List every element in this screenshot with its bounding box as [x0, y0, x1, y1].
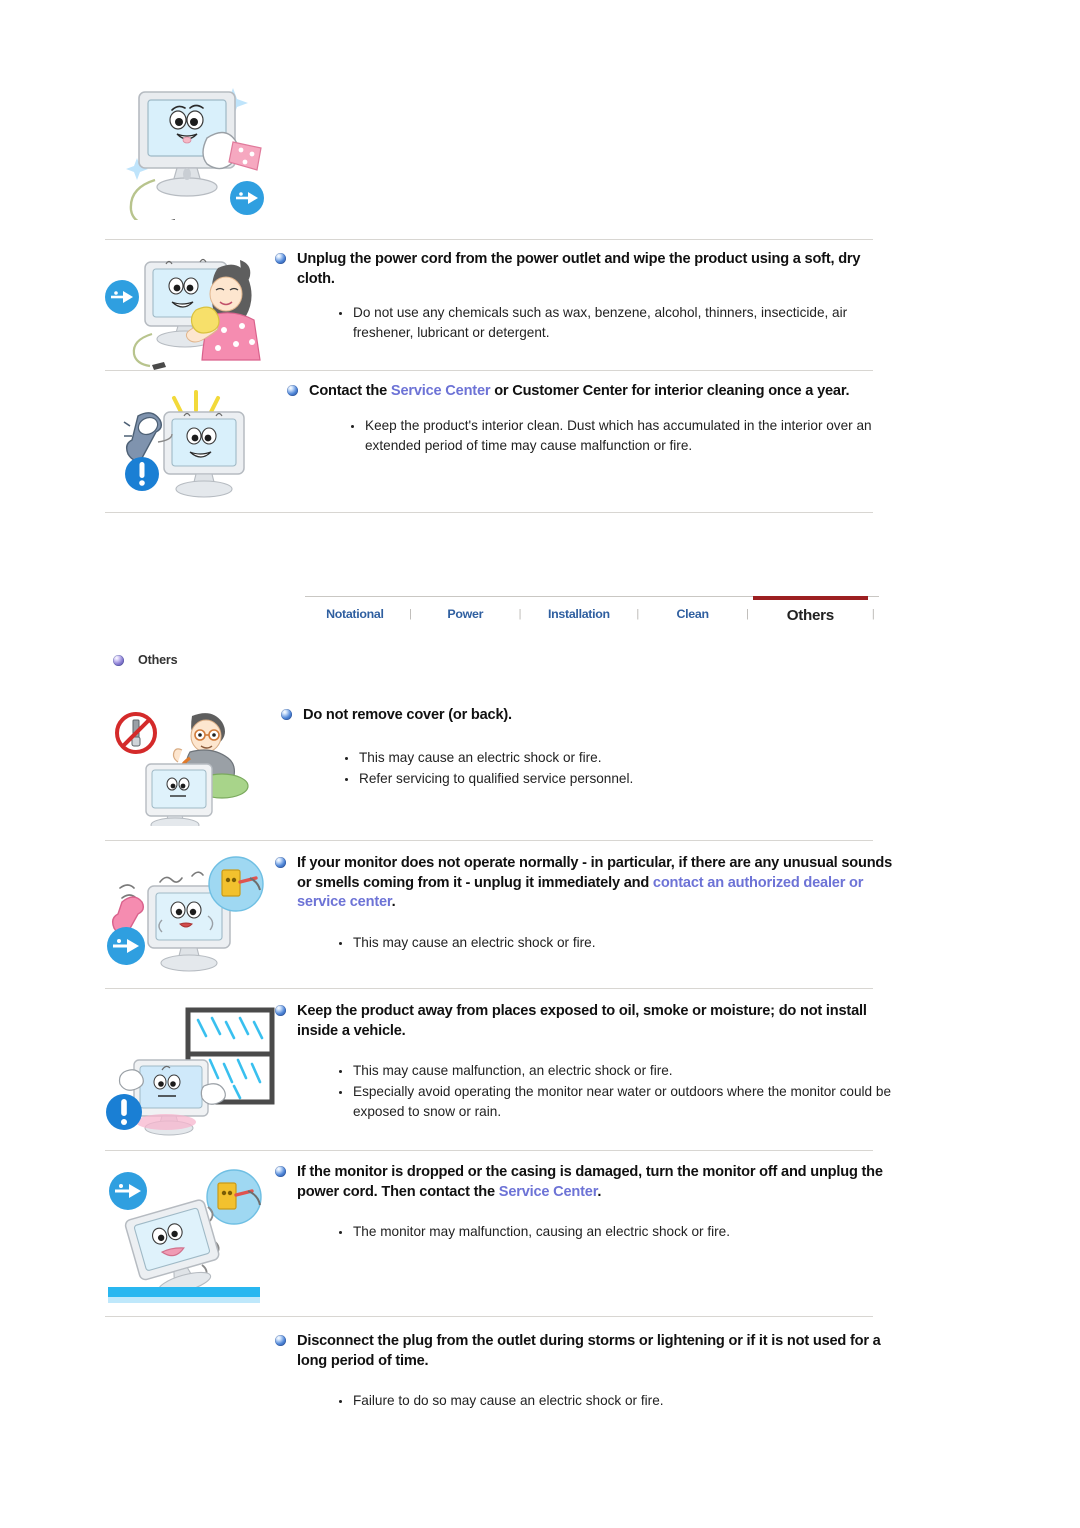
- tab-label: Installation: [548, 607, 610, 621]
- section-avoid-oil-smoke-moisture: Keep the product away from places expose…: [0, 1002, 1080, 1143]
- blue-sphere-bullet-icon: [281, 709, 292, 720]
- divider-5: [105, 988, 873, 989]
- illustration-monitor-wiped-with-cloth: [115, 70, 290, 233]
- divider-7: [105, 1316, 873, 1317]
- monitor-wiped-with-cloth-svg: [126, 88, 264, 233]
- heading-text-part-3: .: [597, 1183, 602, 1200]
- tab-separator: |: [409, 608, 412, 620]
- tab-bar: Notational | Power | Installation | Clea…: [305, 596, 879, 631]
- section-disconnect-during-storms: Disconnect the plug from the outlet duri…: [0, 1332, 1080, 1412]
- tab-label: Power: [447, 607, 484, 621]
- illustration-monitor-near-rainy-window: [100, 1002, 275, 1143]
- blue-sphere-bullet-icon: [275, 857, 286, 868]
- bullet-list-dropped-or-damaged: The monitor may malfunction, causing an …: [275, 1222, 1052, 1242]
- section-abnormal-operation: If your monitor does not operate normall…: [0, 854, 1080, 981]
- divider-3: [105, 512, 873, 513]
- service-center-link[interactable]: Service Center: [391, 383, 491, 399]
- tab-separator: |: [871, 608, 875, 620]
- illustration-monitor-dropped: [100, 1163, 275, 1310]
- list-item: Failure to do so may cause an electric s…: [337, 1391, 1052, 1411]
- heading-unplug-and-wipe: Unplug the power cord from the power out…: [275, 250, 895, 289]
- bullet-list-unplug-and-wipe: Do not use any chemicals such as wax, be…: [275, 303, 1052, 343]
- illustration-woman-wiping-monitor: [100, 250, 275, 380]
- heading-dropped-or-damaged: If the monitor is dropped or the casing …: [275, 1163, 895, 1202]
- section-dropped-or-damaged: If the monitor is dropped or the casing …: [0, 1163, 1080, 1310]
- list-item: Keep the product's interior clean. Dust …: [349, 416, 910, 456]
- heading-contact-service-center: Contact the Service Center or Customer C…: [287, 382, 907, 402]
- section-clean-top-image: [0, 70, 1080, 233]
- heading-text: Keep the product away from places expose…: [297, 1003, 867, 1039]
- purple-sphere-bullet-icon: [113, 654, 124, 666]
- section-do-not-remove-cover: Do not remove cover (or back). This may …: [0, 706, 1080, 833]
- list-item: This may cause an electric shock or fire…: [343, 748, 1052, 768]
- monitor-rainy-window-svg: [106, 1007, 275, 1136]
- avoid-oil-smoke-moisture-text: Keep the product away from places expose…: [275, 1002, 1080, 1123]
- section-label-text: Others: [138, 653, 178, 667]
- heading-do-not-remove-cover: Do not remove cover (or back).: [281, 706, 901, 726]
- divider-2: [105, 370, 873, 371]
- list-item: Do not use any chemicals such as wax, be…: [337, 303, 873, 343]
- list-item: This may cause malfunction, an electric …: [337, 1061, 1052, 1081]
- blue-sphere-bullet-icon: [275, 1335, 286, 1346]
- unplug-and-wipe-text: Unplug the power cord from the power out…: [275, 250, 1080, 344]
- divider-4: [105, 840, 873, 841]
- blue-sphere-bullet-icon: [287, 385, 298, 396]
- tab-notational[interactable]: Notational: [305, 597, 405, 631]
- list-item: The monitor may malfunction, causing an …: [337, 1222, 1052, 1242]
- bullet-list-contact-service-center: Keep the product's interior clean. Dust …: [287, 416, 1052, 456]
- heading-text-part-3: or Customer Center for interior cleaning…: [490, 383, 850, 399]
- section-label-others: Others: [0, 653, 178, 667]
- blue-sphere-bullet-icon: [275, 1166, 286, 1177]
- no-screwdriver-svg: [115, 712, 249, 833]
- document-page: Unplug the power cord from the power out…: [0, 0, 1080, 1528]
- section-unplug-and-wipe: Unplug the power cord from the power out…: [0, 250, 1080, 380]
- contact-service-center-text: Contact the Service Center or Customer C…: [287, 382, 1080, 456]
- heading-avoid-oil-smoke-moisture: Keep the product away from places expose…: [275, 1002, 895, 1041]
- section-contact-service-center: Contact the Service Center or Customer C…: [0, 382, 1080, 507]
- tab-others[interactable]: Others: [753, 596, 868, 631]
- illustration-monitor-smoke-unplug: [100, 854, 275, 981]
- do-not-remove-cover-text: Do not remove cover (or back). This may …: [281, 706, 1080, 789]
- tab-navigation: Notational | Power | Installation | Clea…: [305, 596, 879, 631]
- bullet-list-abnormal-operation: This may cause an electric shock or fire…: [275, 933, 1052, 953]
- heading-disconnect-during-storms: Disconnect the plug from the outlet duri…: [275, 1332, 895, 1371]
- bullet-list-disconnect-during-storms: Failure to do so may cause an electric s…: [275, 1391, 1052, 1411]
- heading-abnormal-operation: If your monitor does not operate normall…: [275, 854, 895, 913]
- divider-6: [105, 1150, 873, 1151]
- illustration-no-screwdriver-man-opening-monitor: [106, 706, 281, 833]
- heading-text: Do not remove cover (or back).: [303, 707, 512, 723]
- tab-power[interactable]: Power: [416, 597, 514, 631]
- illustration-monitor-with-telephone: [112, 382, 287, 507]
- bullet-list-avoid-oil-smoke-moisture: This may cause malfunction, an electric …: [275, 1061, 1052, 1122]
- tab-separator: |: [636, 608, 640, 620]
- monitor-dropped-svg: [108, 1169, 262, 1303]
- list-item: This may cause an electric shock or fire…: [337, 933, 1052, 953]
- blue-sphere-bullet-icon: [275, 253, 286, 264]
- tab-label: Clean: [676, 607, 709, 621]
- tab-installation[interactable]: Installation: [526, 597, 632, 631]
- monitor-with-telephone-svg: [123, 390, 245, 498]
- heading-text-part-1: Contact the: [309, 383, 391, 399]
- tab-clean[interactable]: Clean: [644, 597, 742, 631]
- list-item: Especially avoid operating the monitor n…: [337, 1082, 893, 1122]
- service-center-link[interactable]: Service Center: [499, 1184, 598, 1200]
- monitor-smoke-unplug-svg: [107, 856, 264, 972]
- dropped-or-damaged-text: If the monitor is dropped or the casing …: [275, 1163, 1080, 1243]
- tab-label: Notational: [326, 607, 384, 621]
- bullet-list-do-not-remove-cover: This may cause an electric shock or fire…: [281, 748, 1052, 789]
- heading-text: Unplug the power cord from the power out…: [297, 251, 861, 287]
- tab-separator: |: [518, 608, 522, 620]
- disconnect-during-storms-text: Disconnect the plug from the outlet duri…: [275, 1332, 1080, 1412]
- woman-wiping-monitor-svg: [105, 258, 261, 370]
- divider-1: [105, 239, 873, 240]
- tab-label: Others: [786, 607, 834, 624]
- list-item: Refer servicing to qualified service per…: [343, 769, 1052, 789]
- heading-text-part-3: .: [391, 894, 396, 911]
- heading-text: Disconnect the plug from the outlet duri…: [297, 1333, 881, 1369]
- abnormal-operation-text: If your monitor does not operate normall…: [275, 854, 1080, 954]
- tab-separator: |: [745, 608, 749, 620]
- blue-sphere-bullet-icon: [275, 1005, 286, 1016]
